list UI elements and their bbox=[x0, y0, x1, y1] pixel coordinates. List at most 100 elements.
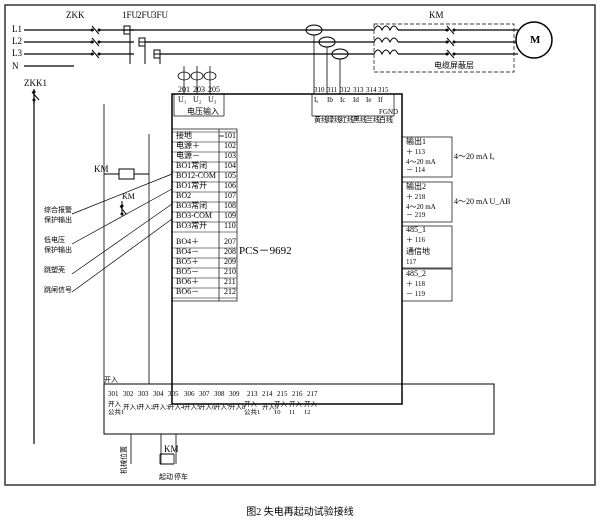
bottom-306-lbl: 开入5 bbox=[184, 403, 200, 411]
mech-pos-label: 机械位置 bbox=[119, 446, 128, 474]
fgnd-label: FGND bbox=[379, 108, 398, 116]
term-315: 315 bbox=[378, 86, 389, 94]
trip-signal-label: 跳闸信号 bbox=[44, 285, 72, 294]
cable-shield-label: 电缆屏蔽层 bbox=[434, 60, 474, 70]
protection-label: 保护输出 bbox=[44, 215, 72, 224]
main-container: L1 L2 L3 N ZKK 1FU 2FU 3FU bbox=[0, 0, 600, 526]
start-label: 起动 bbox=[159, 472, 173, 481]
bottom-216-lbl2: 11 bbox=[289, 409, 295, 416]
term-214: 214 bbox=[262, 390, 273, 398]
voltage-input-label: 电压输入 bbox=[187, 106, 219, 116]
bottom-217-lbl1: 开入 bbox=[304, 400, 318, 408]
zkk-label: ZKK bbox=[66, 10, 85, 20]
low-voltage-output: 保护输出 bbox=[44, 245, 72, 254]
rs485-1-label: 485_1 bbox=[406, 225, 426, 234]
bo3-com-label: BO3-COM bbox=[176, 211, 212, 220]
output1-unit: 4～20 mA Iₐ bbox=[454, 152, 495, 161]
alarm-label: 综合报警 bbox=[44, 205, 72, 214]
term-110: 110 bbox=[224, 221, 236, 230]
bottom-305-lbl: 开入4 bbox=[168, 403, 185, 411]
bottom-217-lbl2: 12 bbox=[304, 409, 311, 416]
bottom-301-sub: 公共1 bbox=[108, 407, 124, 416]
term-216: 216 bbox=[292, 390, 303, 398]
pwr-plus-label: 电源＋ bbox=[176, 140, 200, 150]
term-102: 102 bbox=[224, 141, 236, 150]
term-211: 211 bbox=[224, 277, 236, 286]
term-305: 305 bbox=[168, 390, 179, 398]
bottom-309-lbl: 开入8 bbox=[229, 403, 245, 411]
term-307: 307 bbox=[199, 390, 210, 398]
bottom-302-lbl: 开入1 bbox=[123, 403, 139, 411]
term-101: 101 bbox=[224, 131, 236, 140]
term-208: 208 bbox=[224, 247, 236, 256]
color-black: 黑线 bbox=[353, 115, 367, 124]
bo6-minus-label: BO6－ bbox=[176, 287, 199, 296]
term-103: 103 bbox=[224, 151, 236, 160]
term-310: 310 bbox=[314, 86, 325, 94]
term-314: 314 bbox=[366, 86, 377, 94]
term-ia: Iₐ bbox=[314, 96, 318, 104]
rs485-2-label: 485_2 bbox=[406, 269, 426, 278]
term-u3: U₃ bbox=[208, 95, 217, 104]
term-106: 106 bbox=[224, 181, 236, 190]
term-301: 301 bbox=[108, 390, 119, 398]
output2-minus: － 219 bbox=[406, 211, 426, 219]
low-voltage-label: 低电压 bbox=[44, 235, 65, 244]
gnd-label: 接地 bbox=[176, 130, 192, 140]
term-210: 210 bbox=[224, 267, 236, 276]
color-white: 白线 bbox=[379, 115, 393, 124]
term-ib: Ib bbox=[327, 96, 333, 104]
l3-label: L3 bbox=[12, 48, 22, 58]
bo5-plus-label: BO5＋ bbox=[176, 257, 199, 266]
term-311: 311 bbox=[327, 86, 338, 94]
zkk1-label: ZKK1 bbox=[24, 78, 47, 88]
output1-plus: ＋ 113 bbox=[406, 148, 425, 156]
term-217: 217 bbox=[307, 390, 318, 398]
term-108: 108 bbox=[224, 201, 236, 210]
bo1-no-label: BO1常开 bbox=[176, 181, 207, 190]
term-213: 213 bbox=[247, 390, 258, 398]
term-107: 107 bbox=[224, 191, 236, 200]
term-207: 207 bbox=[224, 237, 236, 246]
output1-label: 输出1 bbox=[406, 136, 426, 146]
output2-label: 输出2 bbox=[406, 181, 426, 191]
term-203: 203 bbox=[193, 85, 205, 94]
bottom-215-lbl2: 10 bbox=[274, 409, 281, 416]
term-313: 313 bbox=[353, 86, 364, 94]
color-yellow: 黄线 bbox=[314, 115, 328, 124]
motor-label: M bbox=[530, 34, 541, 46]
bo4-minus-label: BO4－ bbox=[176, 247, 199, 256]
term-308: 308 bbox=[214, 390, 225, 398]
color-green: 绿线 bbox=[327, 115, 341, 124]
output2-range: 4～20 mA bbox=[406, 203, 436, 211]
n-label: N bbox=[12, 61, 19, 71]
bo3-nc-label: BO3常闭 bbox=[176, 201, 207, 210]
term-209: 209 bbox=[224, 257, 236, 266]
term-302: 302 bbox=[123, 390, 134, 398]
term-303: 303 bbox=[138, 390, 149, 398]
bo4-plus-label: BO4＋ bbox=[176, 237, 199, 246]
bottom-215-lbl1: 开入 bbox=[274, 400, 288, 408]
term-u2: U₂ bbox=[193, 95, 202, 104]
term-306: 306 bbox=[184, 390, 195, 398]
term-id: Id bbox=[353, 96, 359, 104]
bo12-com-label: BO12-COM bbox=[176, 171, 216, 180]
km-bottom-label: KM bbox=[164, 444, 179, 454]
term-104: 104 bbox=[224, 161, 236, 170]
bottom-213-lbl: 开入 bbox=[244, 400, 258, 408]
bo1-nc-label: BO1常闭 bbox=[176, 161, 207, 170]
l2-label: L2 bbox=[12, 36, 22, 46]
color-blue: 兰线 bbox=[366, 115, 380, 124]
bottom-213-sub: 公共1 bbox=[244, 407, 260, 416]
comm-gnd-label: 通信地 bbox=[406, 246, 430, 256]
figure-number: 图2 失电再起动试验接线 bbox=[246, 507, 354, 518]
bottom-301-lbl: 开入 bbox=[108, 400, 122, 408]
bottom-header: 开入 bbox=[104, 376, 118, 384]
output2-plus: ＋ 218 bbox=[406, 193, 426, 201]
term-212: 212 bbox=[224, 287, 236, 296]
bo5-minus-label: BO5－ bbox=[176, 267, 199, 276]
rs485-2-minus: － 119 bbox=[406, 290, 425, 298]
term-312: 312 bbox=[340, 86, 351, 94]
stop-label: 停车 bbox=[174, 472, 188, 481]
output2-unit: 4～20 mA U_AB bbox=[454, 197, 510, 206]
